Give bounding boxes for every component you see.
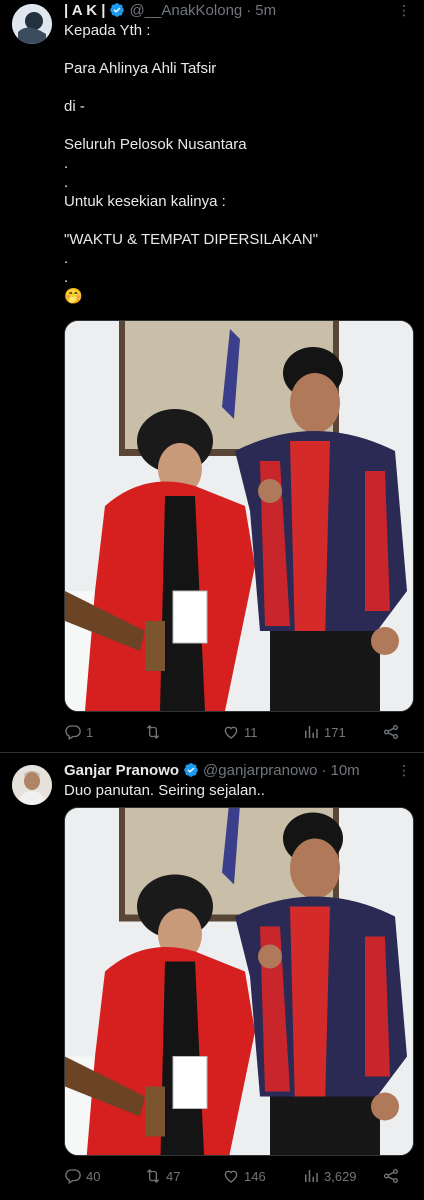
reply-icon <box>64 723 82 741</box>
view-count: 3,629 <box>324 1168 357 1184</box>
tweet-text-line <box>64 40 408 59</box>
views-button[interactable]: 3,629 <box>302 1166 357 1186</box>
views-icon <box>302 1167 320 1185</box>
tweet-text: Kepada Yth : Para Ahlinya Ahli Tafsir di… <box>64 21 408 306</box>
tweet-image[interactable] <box>64 807 414 1156</box>
tweet-divider <box>0 752 424 753</box>
author-handle[interactable]: @ganjarpranowo <box>203 762 317 779</box>
avatar[interactable] <box>12 765 52 805</box>
action-bar: 40 47 146 3,629 <box>64 1166 412 1186</box>
retweet-button[interactable] <box>144 722 166 742</box>
tweet-text-line <box>64 211 408 230</box>
tweet-header: Ganjar Pranowo @ganjarpranowo · 10m <box>64 760 394 780</box>
photo-image <box>65 321 413 711</box>
tweet-text-line: 🤭 <box>64 288 83 305</box>
author-name[interactable]: | A K | <box>64 2 105 19</box>
reply-button[interactable]: 40 <box>64 1166 100 1186</box>
retweet-count: 47 <box>166 1168 181 1184</box>
action-bar: 1 11 171 <box>64 722 412 742</box>
tweet-text-line: . <box>64 174 69 191</box>
like-count: 11 <box>244 724 258 740</box>
view-count: 171 <box>324 724 346 740</box>
avatar[interactable] <box>12 4 52 44</box>
reply-button[interactable]: 1 <box>64 722 93 742</box>
tweet-text-line: Seluruh Pelosok Nusantara <box>64 136 247 153</box>
share-icon <box>382 1167 400 1185</box>
timestamp[interactable]: 10m <box>331 762 360 779</box>
retweet-icon <box>144 723 162 741</box>
heart-icon <box>222 1167 240 1185</box>
views-button[interactable]: 171 <box>302 722 346 742</box>
reply-icon <box>64 1167 82 1185</box>
author-handle[interactable]: @__AnakKolong <box>129 2 242 19</box>
heart-icon <box>222 723 240 741</box>
photo-image <box>65 808 413 1155</box>
tweet-image[interactable] <box>64 320 414 712</box>
like-count: 146 <box>244 1168 266 1184</box>
tweet-text-line: . <box>64 250 69 267</box>
separator-dot: · <box>246 1 252 19</box>
tweet-text: Duo panutan. Seiring sejalan.. <box>64 782 265 799</box>
like-button[interactable]: 11 <box>222 722 258 742</box>
reply-count: 1 <box>86 724 94 740</box>
tweet-text-line <box>64 78 408 97</box>
tweet-text-line: Untuk kesekian kalinya : <box>64 193 226 210</box>
verified-badge-icon <box>183 762 199 778</box>
separator-dot: · <box>321 761 327 779</box>
views-icon <box>302 723 320 741</box>
share-icon <box>382 723 400 741</box>
reply-count: 40 <box>86 1168 101 1184</box>
tweet-text-line: di - <box>64 98 85 115</box>
tweet-1[interactable]: | A K | @__AnakKolong · 5m ⋮ Kepada Yth … <box>0 0 424 752</box>
share-button[interactable] <box>382 722 400 742</box>
verified-badge-icon <box>109 2 125 18</box>
tweet-text-line: Para Ahlinya Ahli Tafsir <box>64 60 217 77</box>
retweet-button[interactable]: 47 <box>144 1166 180 1186</box>
tweet-text-line: . <box>64 155 69 172</box>
tweet-text-line: Kepada Yth : <box>64 22 151 39</box>
more-options-icon[interactable]: ⋮ <box>396 2 412 18</box>
retweet-icon <box>144 1167 162 1185</box>
share-button[interactable] <box>382 1166 400 1186</box>
tweet-text-line: . <box>64 269 69 286</box>
like-button[interactable]: 146 <box>222 1166 266 1186</box>
more-options-icon[interactable]: ⋮ <box>396 762 412 778</box>
tweet-text-line: "WAKTU & TEMPAT DIPERSILAKAN" <box>64 231 319 248</box>
author-name[interactable]: Ganjar Pranowo <box>64 762 179 779</box>
tweet-header: | A K | @__AnakKolong · 5m <box>64 0 394 20</box>
tweet-text-line <box>64 116 408 135</box>
timestamp[interactable]: 5m <box>255 2 276 19</box>
